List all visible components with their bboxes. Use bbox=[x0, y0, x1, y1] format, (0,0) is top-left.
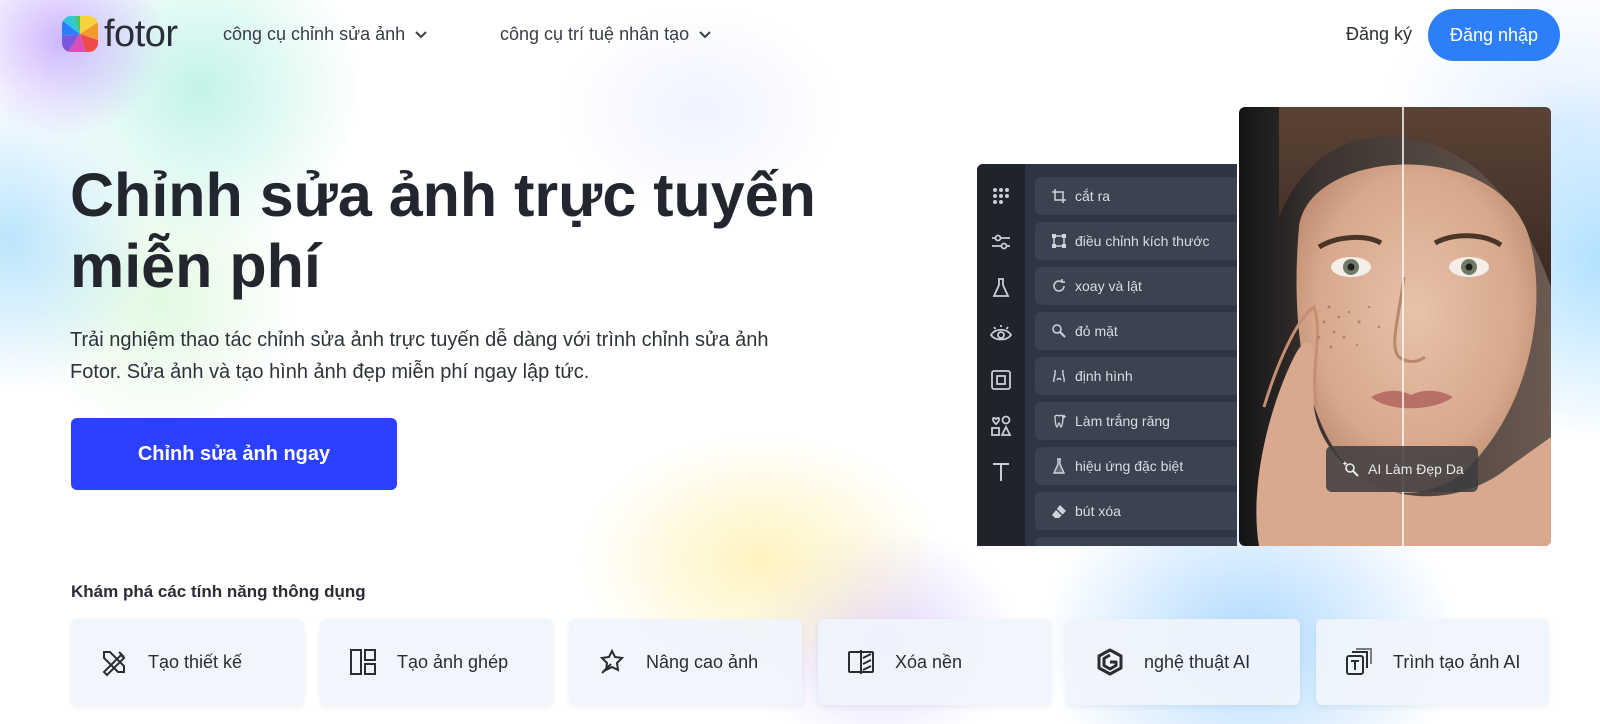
page-title: Chỉnh sửa ảnh trực tuyến miễn phí bbox=[70, 161, 816, 300]
feature-card-design[interactable]: Tạo thiết kế bbox=[71, 619, 304, 705]
tool-teeth-whitening[interactable]: Làm trắng răng bbox=[1035, 402, 1237, 440]
sliders-icon[interactable] bbox=[989, 230, 1013, 254]
tool-eraser[interactable]: bút xóa bbox=[1035, 492, 1237, 530]
feature-label: Xóa nền bbox=[895, 651, 963, 672]
nav-label: công cụ trí tuệ nhân tạo bbox=[500, 24, 690, 44]
tool-label: xoay và lật bbox=[1075, 278, 1142, 294]
nav-ai-tools[interactable]: công cụ trí tuệ nhân tạo bbox=[500, 24, 712, 45]
feature-label: Tạo thiết kế bbox=[148, 651, 243, 672]
rotate-icon bbox=[1053, 279, 1065, 292]
ai-art-icon bbox=[1097, 648, 1123, 676]
ai-image-generator-icon bbox=[1346, 648, 1372, 675]
tool-label: định hình bbox=[1075, 368, 1133, 384]
ai-skin-beauty-badge[interactable]: AI Làm Đẹp Da bbox=[1326, 446, 1478, 492]
tool-reshape[interactable]: định hình bbox=[1035, 357, 1237, 395]
top-nav: fotor công cụ chỉnh sửa ảnh công cụ trí … bbox=[0, 0, 1600, 72]
tool-label: Làm trắng răng bbox=[1075, 413, 1170, 429]
tool-label: bút xóa bbox=[1075, 503, 1121, 519]
chevron-down-icon bbox=[415, 30, 427, 38]
feature-card-collage[interactable]: Tạo ảnh ghép bbox=[320, 619, 553, 705]
tool-resize[interactable]: điều chỉnh kích thước bbox=[1035, 222, 1237, 260]
tool-crop[interactable]: cắt ra bbox=[1035, 177, 1237, 215]
fotor-logo[interactable]: fotor bbox=[62, 15, 178, 53]
edit-photo-now-button[interactable]: Chỉnh sửa ảnh ngay bbox=[71, 418, 397, 490]
shapes-icon[interactable] bbox=[989, 414, 1013, 438]
tool-rotate-flip[interactable]: xoay và lật bbox=[1035, 267, 1237, 305]
feature-label: Nâng cao ảnh bbox=[646, 651, 759, 672]
crop-icon bbox=[1052, 189, 1066, 203]
feature-card-remove-bg[interactable]: Xóa nền bbox=[818, 619, 1051, 705]
eraser-icon bbox=[1052, 505, 1066, 518]
editor-side-rail bbox=[977, 164, 1025, 546]
blush-icon bbox=[1052, 324, 1066, 338]
tool-label: đỏ mặt bbox=[1075, 323, 1118, 339]
remove-background-icon bbox=[848, 650, 874, 674]
feature-label: Trình tạo ảnh AI bbox=[1393, 651, 1521, 672]
tool-label: cắt ra bbox=[1075, 188, 1111, 204]
tool-special-effects[interactable]: hiệu ứng đặc biệt bbox=[1035, 447, 1237, 485]
reshape-icon bbox=[1053, 369, 1065, 383]
features-heading: Khám phá các tính năng thông dụng bbox=[71, 582, 366, 601]
eye-icon[interactable] bbox=[989, 322, 1013, 346]
feature-card-enhance[interactable]: Nâng cao ảnh bbox=[569, 619, 802, 705]
flask-icon[interactable] bbox=[989, 276, 1013, 300]
tool-label: hiệu ứng đặc biệt bbox=[1075, 458, 1184, 474]
chevron-down-icon bbox=[699, 30, 711, 38]
text-icon[interactable] bbox=[989, 460, 1013, 484]
logo-text: fotor bbox=[104, 13, 178, 55]
feature-card-ai-art[interactable]: nghệ thuật AI bbox=[1067, 619, 1300, 705]
magic-wand-icon bbox=[1342, 461, 1359, 477]
feature-label: nghệ thuật AI bbox=[1144, 651, 1251, 672]
before-after-portrait: AI Làm Đẹp Da bbox=[1239, 107, 1551, 546]
signup-link[interactable]: Đăng ký bbox=[1346, 24, 1412, 45]
fotor-logo-icon bbox=[62, 16, 98, 52]
design-tools-icon bbox=[102, 651, 126, 677]
tool-label: điều chỉnh kích thước bbox=[1075, 233, 1210, 249]
teeth-whitening-icon bbox=[1054, 414, 1067, 428]
nav-photo-editing-tools[interactable]: công cụ chỉnh sửa ảnh bbox=[223, 24, 428, 45]
feature-label: Tạo ảnh ghép bbox=[397, 651, 509, 672]
frame-icon[interactable] bbox=[989, 368, 1013, 392]
hero-description: Trải nghiệm thao tác chỉnh sửa ảnh trực … bbox=[70, 329, 769, 383]
nav-label: công cụ chỉnh sửa ảnh bbox=[223, 24, 406, 44]
feature-card-ai-image-generator[interactable]: Trình tạo ảnh AI bbox=[1316, 619, 1549, 705]
tool-blush[interactable]: đỏ mặt bbox=[1035, 312, 1237, 350]
login-button[interactable]: Đăng nhập bbox=[1428, 9, 1560, 61]
grid-icon[interactable] bbox=[989, 184, 1013, 208]
tool-more[interactable] bbox=[1035, 537, 1237, 546]
collage-icon bbox=[350, 649, 376, 675]
badge-label: AI Làm Đẹp Da bbox=[1368, 461, 1464, 477]
editor-preview: cắt ra điều chỉnh kích thước xoay và lật… bbox=[977, 164, 1237, 546]
effects-icon bbox=[1052, 458, 1066, 474]
resize-icon bbox=[1052, 234, 1066, 248]
enhance-icon bbox=[599, 648, 625, 674]
